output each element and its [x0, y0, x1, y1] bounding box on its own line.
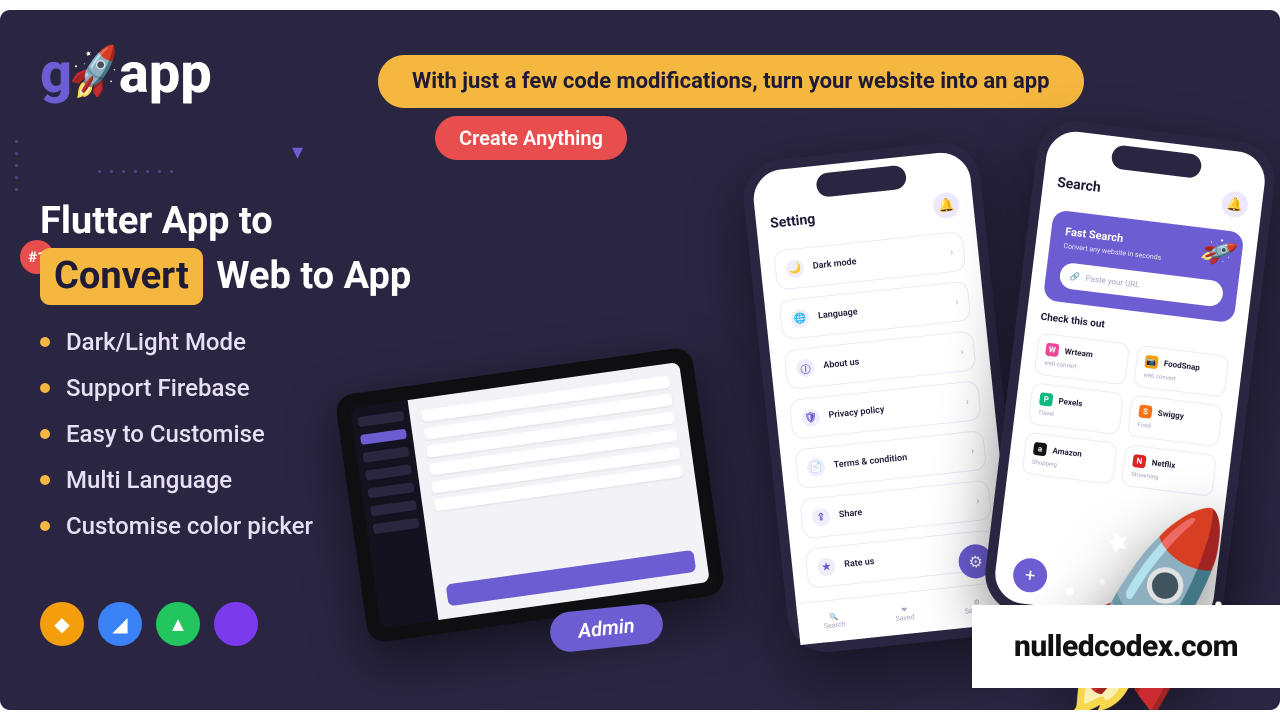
admin-tablet-mockup: [334, 346, 725, 644]
chevron-right-icon: ›: [965, 396, 969, 407]
create-anything-badge: Create Anything: [435, 116, 627, 160]
app-card[interactable]: aAmazonShopping: [1021, 432, 1117, 485]
app-grid: WWrteamweb convert 📷FoodSnapweb convert …: [1021, 333, 1229, 497]
chevron-right-icon: ›: [960, 346, 964, 357]
bullet-icon: [40, 337, 50, 347]
info-icon: ⓘ: [796, 358, 816, 378]
convert-highlight: Convert: [40, 248, 203, 305]
feature-list: Dark/Light Mode Support Firebase Easy to…: [40, 328, 313, 558]
feature-item: Dark/Light Mode: [40, 328, 313, 356]
feature-item: Customise color picker: [40, 512, 313, 540]
bullet-icon: [40, 475, 50, 485]
apple-icon: [214, 602, 258, 646]
share-icon: ⇪: [811, 507, 831, 527]
main-headline: Flutter App to Convert Web to App: [40, 195, 411, 305]
feature-item: Multi Language: [40, 466, 313, 494]
headline-suffix: Web to App: [216, 254, 411, 298]
app-icon: 📷: [1144, 355, 1158, 369]
moon-icon: 🌙: [785, 259, 805, 279]
decorative-dots-horizontal: [98, 170, 173, 173]
headline-pill: With just a few code modifications, turn…: [378, 55, 1084, 108]
tablet-main-panel: [408, 362, 710, 620]
star-icon: ★: [817, 557, 837, 577]
chevron-right-icon: ›: [970, 445, 974, 456]
settings-title: Setting: [769, 211, 816, 232]
app-card[interactable]: WWrteamweb convert: [1034, 333, 1130, 386]
app-icon: W: [1045, 343, 1059, 357]
decorative-dots-vertical: [15, 140, 18, 191]
bullet-icon: [40, 429, 50, 439]
app-icon: P: [1039, 392, 1053, 406]
feature-item: Easy to Customise: [40, 420, 313, 448]
tablet-action-bar: [446, 550, 697, 607]
android-icon: ▲: [156, 602, 200, 646]
settings-row-terms[interactable]: 📄Terms & condition›: [794, 430, 987, 490]
platform-icon-row: ◆ ◢ ▲: [40, 602, 258, 646]
app-icon: a: [1033, 442, 1047, 456]
feature-item: Support Firebase: [40, 374, 313, 402]
app-card[interactable]: NNetflixStreaming: [1121, 444, 1217, 497]
flutter-icon: ◢: [98, 602, 142, 646]
nav-search[interactable]: 🔍Search: [823, 612, 846, 630]
url-input[interactable]: 🔗Paste your URL: [1058, 262, 1224, 308]
search-hero-card: 🚀 Fast Search Convert any website in sec…: [1043, 209, 1245, 323]
shield-icon: 🛡: [801, 408, 821, 428]
globe-icon: 🌐: [790, 308, 810, 328]
logo: g 🚀 app: [40, 40, 212, 106]
app-icon: N: [1132, 454, 1146, 468]
chevron-right-icon: ›: [955, 296, 959, 307]
bullet-icon: [40, 521, 50, 531]
bell-icon[interactable]: 🔔: [932, 191, 961, 220]
watermark: nulledcodex.com: [972, 605, 1280, 688]
firebase-icon: ◆: [40, 602, 84, 646]
nav-saved[interactable]: ❤Saved: [894, 605, 914, 623]
doc-icon: 📄: [806, 458, 826, 478]
chevron-right-icon: ›: [976, 495, 980, 506]
settings-list: 🌙Dark mode› 🌐Language› ⓘAbout us› 🛡Priva…: [773, 231, 997, 589]
settings-row-darkmode[interactable]: 🌙Dark mode›: [773, 231, 966, 291]
logo-app: app: [119, 40, 212, 106]
app-card[interactable]: 📷FoodSnapweb convert: [1133, 345, 1229, 398]
search-title: Search: [1056, 175, 1101, 196]
app-icon: S: [1138, 404, 1152, 418]
bullet-icon: [40, 383, 50, 393]
settings-row-about[interactable]: ⓘAbout us›: [784, 330, 977, 390]
settings-row-privacy[interactable]: 🛡Privacy policy›: [789, 380, 982, 440]
app-card[interactable]: PPexelsTravel: [1028, 382, 1124, 435]
settings-row-share[interactable]: ⇪Share›: [799, 480, 992, 540]
arrow-down-icon: ▾: [292, 140, 303, 165]
promo-banner: g 🚀 app ▾ With just a few code modificat…: [0, 10, 1280, 710]
settings-row-language[interactable]: 🌐Language›: [778, 281, 971, 341]
app-card[interactable]: SSwiggyFood: [1127, 394, 1223, 447]
headline-line2: Convert Web to App: [40, 248, 411, 305]
link-icon: 🔗: [1069, 271, 1080, 281]
headline-line1: Flutter App to: [40, 195, 411, 248]
chevron-right-icon: ›: [950, 247, 954, 258]
bell-icon[interactable]: 🔔: [1220, 190, 1249, 219]
